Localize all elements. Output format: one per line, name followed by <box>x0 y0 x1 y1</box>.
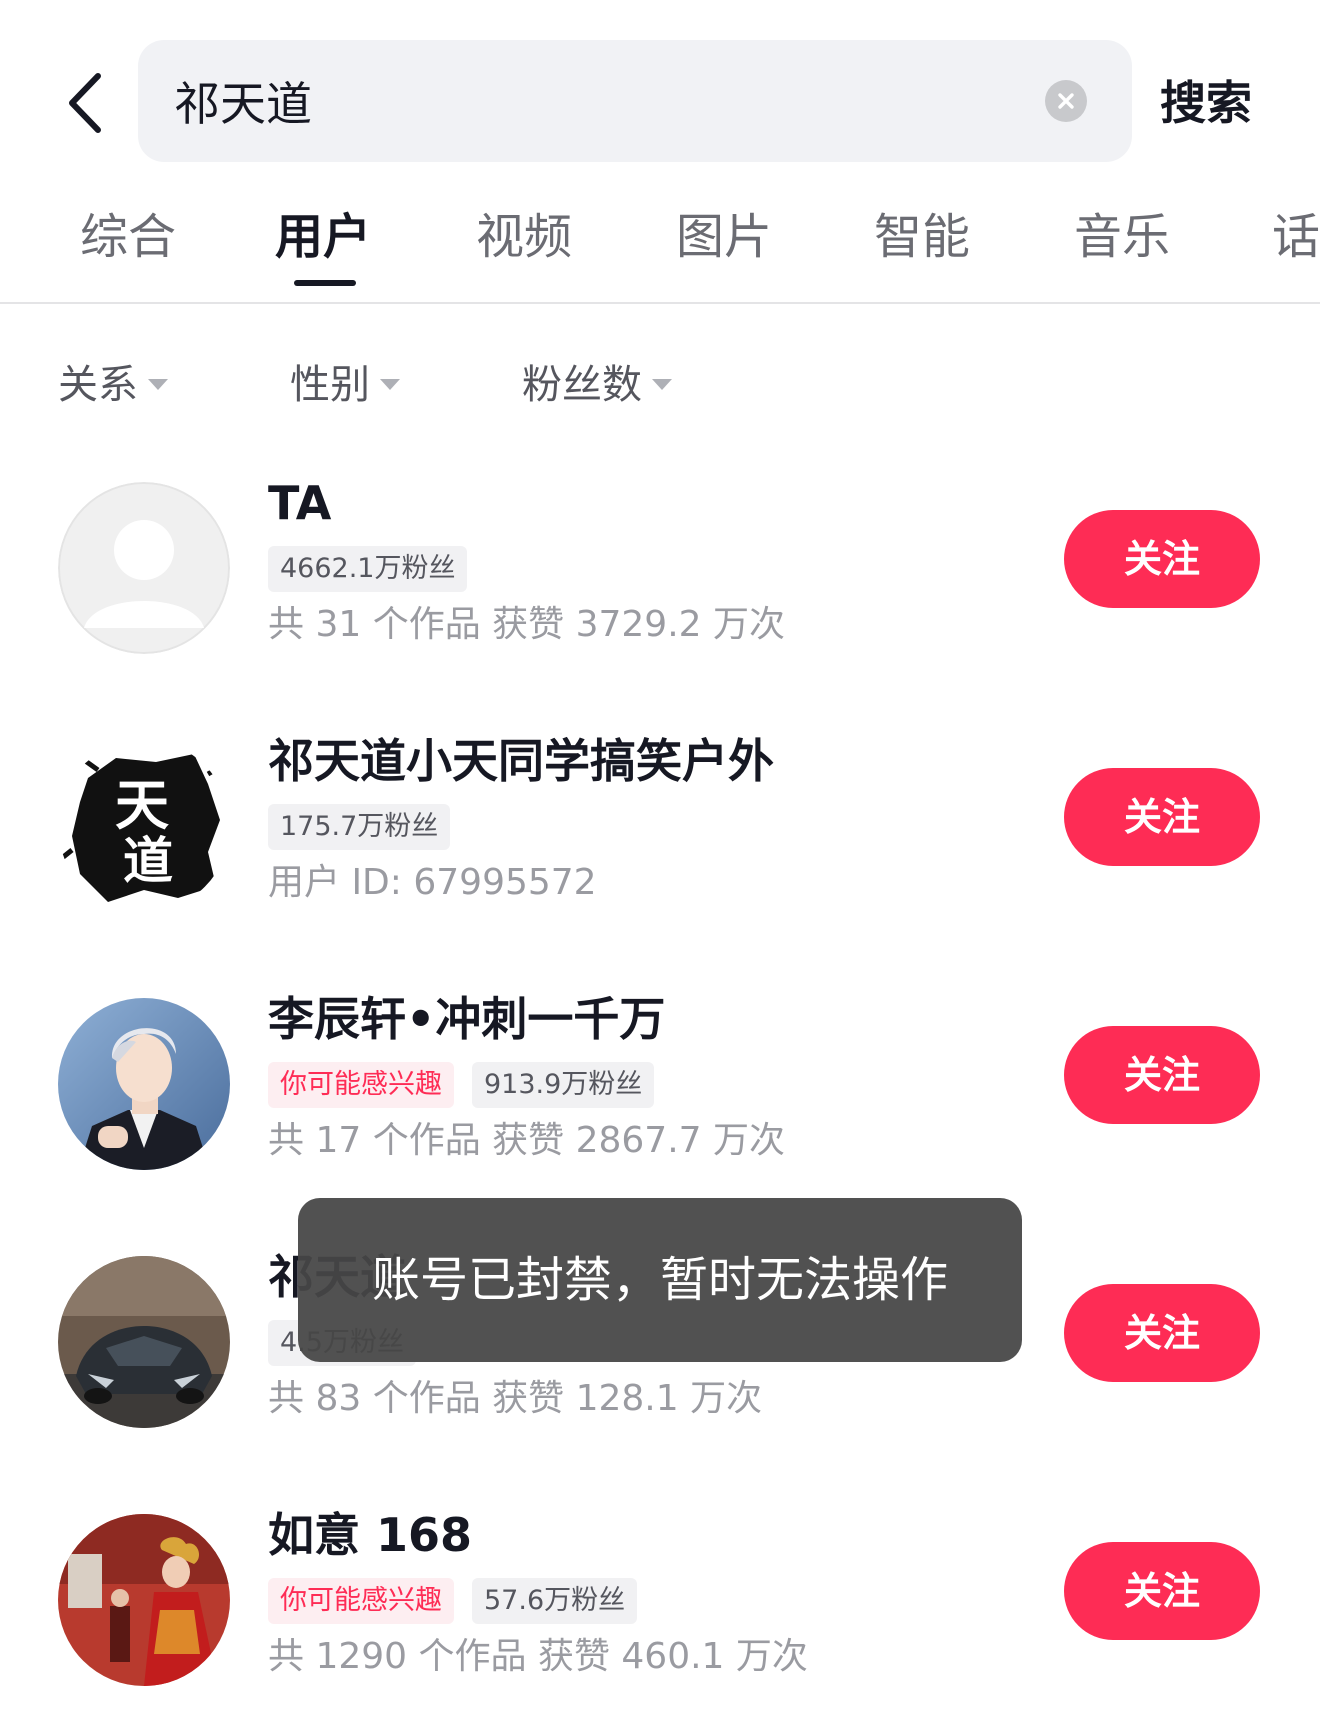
user-stats: 共 31 个作品 获赞 3729.2 万次 <box>268 604 785 645</box>
tab-topics[interactable]: 话 <box>1272 202 1320 272</box>
interest-badge: 你可能感兴趣 <box>268 1578 454 1624</box>
user-stats: 共 1290 个作品 获赞 460.1 万次 <box>268 1636 808 1677</box>
fans-count-badge: 913.9万粉丝 <box>472 1062 655 1108</box>
filter-bar: 关系 性别 粉丝数 <box>0 340 1320 430</box>
calligraphy-avatar-icon: 天 道 <box>58 740 230 912</box>
user-tags: 4662.1万粉丝 <box>268 546 468 592</box>
user-stats: 共 17 个作品 获赞 2867.7 万次 <box>268 1120 785 1161</box>
user-id: 用户 ID: 67995572 <box>268 862 597 903</box>
follow-button[interactable]: 关注 <box>1064 510 1260 608</box>
back-button[interactable] <box>44 58 124 148</box>
user-name[interactable]: 李辰轩•冲刺一千万 <box>268 990 665 1048</box>
tab-images[interactable]: 图片 <box>676 202 772 272</box>
avatar[interactable] <box>58 998 230 1170</box>
user-row[interactable]: 天 道 祁天道小天同学搞笑户外 175.7万粉丝 用户 ID: 67995572… <box>0 706 1320 926</box>
avatar[interactable] <box>58 482 230 654</box>
fans-count-badge: 4662.1万粉丝 <box>268 546 468 592</box>
fans-count-badge: 57.6万粉丝 <box>472 1578 638 1624</box>
fans-count-badge: 175.7万粉丝 <box>268 804 451 850</box>
user-stats: 共 83 个作品 获赞 128.1 万次 <box>268 1378 763 1419</box>
toast-message: 账号已封禁，暂时无法操作 <box>298 1198 1022 1362</box>
follow-button[interactable]: 关注 <box>1064 1026 1260 1124</box>
filter-relationship[interactable]: 关系 <box>58 340 168 430</box>
search-button[interactable]: 搜索 <box>1160 58 1300 148</box>
chevron-left-icon <box>69 73 101 133</box>
user-row[interactable]: 如意 168 你可能感兴趣 57.6万粉丝 共 1290 个作品 获赞 460.… <box>0 1480 1320 1700</box>
tab-music[interactable]: 音乐 <box>1074 202 1170 272</box>
follow-button[interactable]: 关注 <box>1064 1542 1260 1640</box>
filter-label: 粉丝数 <box>522 362 642 408</box>
filter-label: 性别 <box>290 362 370 408</box>
filter-gender[interactable]: 性别 <box>290 340 400 430</box>
tab-videos[interactable]: 视频 <box>476 202 572 272</box>
user-row[interactable]: TA 4662.1万粉丝 共 31 个作品 获赞 3729.2 万次 关注 <box>0 448 1320 668</box>
wedding-avatar-icon <box>58 1514 230 1686</box>
user-row[interactable]: 李辰轩•冲刺一千万 你可能感兴趣 913.9万粉丝 共 17 个作品 获赞 28… <box>0 964 1320 1184</box>
clear-icon <box>1058 93 1074 109</box>
user-name[interactable]: 祁天道小天同学搞笑户外 <box>268 732 774 790</box>
search-tabs: 综合 用户 视频 图片 智能 音乐 话 <box>0 180 1320 304</box>
avatar-glyph: 天 <box>115 773 169 837</box>
user-tags: 你可能感兴趣 913.9万粉丝 <box>268 1062 655 1108</box>
filter-label: 关系 <box>58 362 138 408</box>
caret-down-icon <box>652 378 672 390</box>
caret-down-icon <box>148 378 168 390</box>
avatar-glyph: 道 <box>123 831 173 890</box>
avatar[interactable] <box>58 1514 230 1686</box>
default-avatar-icon <box>58 482 230 654</box>
car-avatar-icon <box>58 1256 230 1428</box>
caret-down-icon <box>380 378 400 390</box>
filter-fan-count[interactable]: 粉丝数 <box>522 340 672 430</box>
search-header: 搜索 <box>0 0 1320 180</box>
search-box[interactable] <box>138 40 1132 162</box>
follow-button[interactable]: 关注 <box>1064 768 1260 866</box>
user-name[interactable]: 如意 168 <box>268 1506 472 1564</box>
tab-smart[interactable]: 智能 <box>874 202 970 272</box>
user-tags: 你可能感兴趣 57.6万粉丝 <box>268 1578 638 1624</box>
portrait-avatar-icon <box>58 998 230 1170</box>
interest-badge: 你可能感兴趣 <box>268 1062 454 1108</box>
active-tab-indicator <box>294 280 356 286</box>
search-input[interactable] <box>174 40 1024 162</box>
user-tags: 175.7万粉丝 <box>268 804 451 850</box>
follow-button[interactable]: 关注 <box>1064 1284 1260 1382</box>
tab-users[interactable]: 用户 <box>275 202 371 272</box>
avatar[interactable] <box>58 1256 230 1428</box>
user-name[interactable]: TA <box>268 474 331 532</box>
tab-comprehensive[interactable]: 综合 <box>80 202 176 272</box>
clear-button[interactable] <box>1045 80 1087 122</box>
avatar[interactable]: 天 道 <box>58 740 230 912</box>
